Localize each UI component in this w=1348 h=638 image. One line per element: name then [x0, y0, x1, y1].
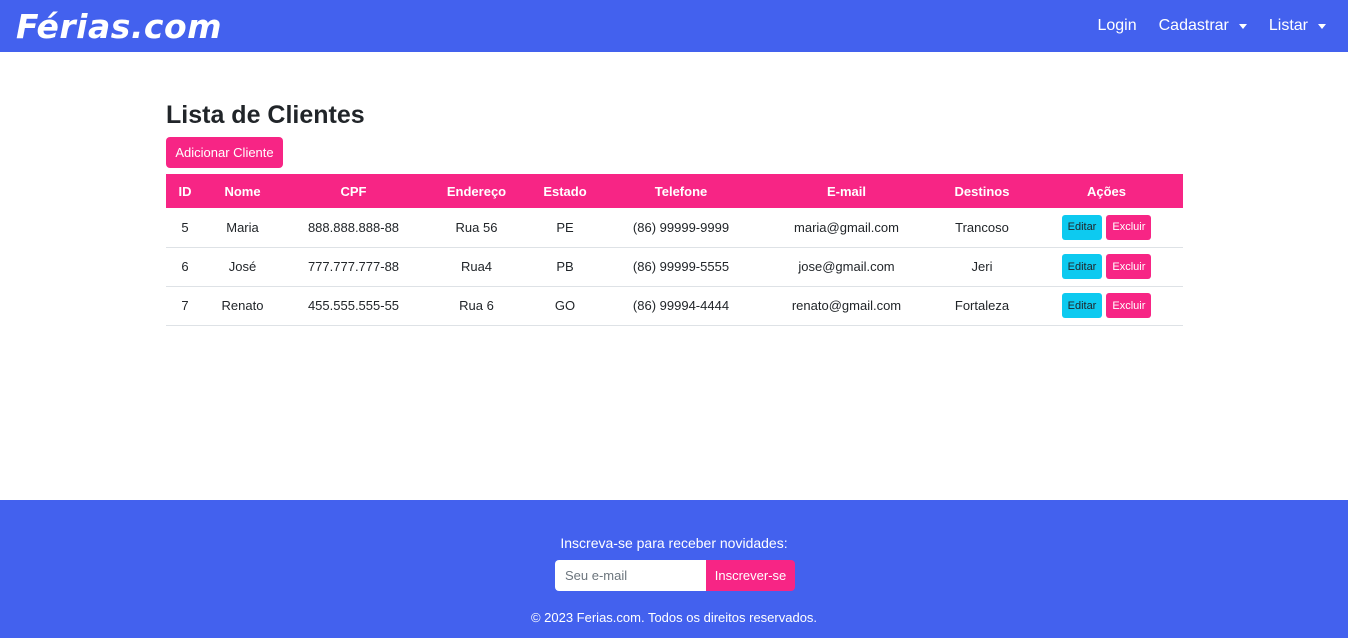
col-header-telefone: Telefone — [654, 183, 708, 199]
col-header-acoes: Ações — [1086, 183, 1127, 199]
col-header-email: E-mail — [826, 183, 866, 199]
cell-endereco: Rua 56 — [455, 219, 498, 235]
cell-acoes: Editar Excluir — [1030, 247, 1183, 286]
col-header-estado: Estado — [543, 183, 587, 199]
cell-id: 7 — [181, 298, 189, 313]
clients-table: ID Nome CPF Endereço Estado Telefone E-m… — [166, 174, 1183, 326]
nav-listar-dropdown[interactable]: Listar — [1269, 17, 1326, 35]
footer: Inscreva-se para receber novidades: Insc… — [0, 500, 1348, 638]
subscribe-form: Inscrever-se — [555, 560, 795, 591]
nav-cadastrar-label: Cadastrar — [1158, 17, 1229, 34]
subscribe-button[interactable]: Inscrever-se — [706, 560, 795, 591]
cell-telefone: (86) 99999-9999 — [632, 219, 730, 235]
cell-telefone: (86) 99994-4444 — [632, 298, 730, 313]
col-header-id: ID — [178, 183, 192, 199]
cell-nome: Maria — [226, 219, 259, 235]
brand-logo[interactable]: Férias.com — [16, 10, 222, 43]
table-row: 6 José 777.777.777-88 Rua4 PB (86) 99999… — [166, 247, 1183, 286]
nav-cadastrar-dropdown[interactable]: Cadastrar — [1159, 17, 1247, 35]
cell-acoes: Editar Excluir — [1030, 286, 1183, 325]
cell-acoes: Editar Excluir — [1030, 208, 1183, 247]
edit-button[interactable]: Editar — [1061, 214, 1103, 240]
cell-cpf: 888.888.888-88 — [307, 219, 400, 235]
cell-cpf: 777.777.777-88 — [307, 259, 400, 274]
edit-button[interactable]: Editar — [1061, 293, 1103, 318]
delete-button[interactable]: Excluir — [1106, 293, 1152, 318]
cell-destinos: Jeri — [971, 259, 993, 274]
cell-telefone: (86) 99999-5555 — [632, 259, 730, 274]
nav-links: Login Cadastrar Listar — [1097, 17, 1326, 35]
cell-email: renato@gmail.com — [791, 298, 902, 313]
nav-listar-label: Listar — [1268, 17, 1308, 34]
cell-nome: Renato — [221, 298, 264, 313]
cell-email: maria@gmail.com — [794, 219, 899, 235]
navbar: Férias.com Login Cadastrar Listar — [0, 0, 1348, 52]
delete-button[interactable]: Excluir — [1106, 214, 1152, 240]
caret-down-icon — [1318, 23, 1326, 29]
cell-cpf: 455.555.555-55 — [307, 298, 400, 313]
cell-estado: GO — [554, 298, 576, 313]
col-header-cpf: CPF — [340, 183, 367, 199]
edit-button[interactable]: Editar — [1061, 254, 1103, 279]
cell-destinos: Fortaleza — [954, 298, 1010, 313]
cell-id: 5 — [181, 219, 189, 235]
table-row: 5 Maria 888.888.888-88 Rua 56 PE (86) 99… — [166, 208, 1183, 247]
email-input[interactable] — [555, 560, 706, 591]
add-client-button[interactable]: Adicionar Cliente — [166, 137, 283, 168]
page-title: Lista de Clientes — [166, 101, 365, 129]
subscribe-text: Inscreva-se para receber novidades: — [560, 535, 788, 551]
table-row: 7 Renato 455.555.555-55 Rua 6 GO (86) 99… — [166, 286, 1183, 325]
cell-endereco: Rua4 — [460, 259, 493, 274]
cell-estado: PE — [556, 219, 574, 235]
nav-login-link[interactable]: Login — [1097, 17, 1136, 35]
caret-down-icon — [1238, 23, 1247, 29]
cell-endereco: Rua 6 — [459, 298, 494, 313]
delete-button[interactable]: Excluir — [1106, 254, 1152, 279]
nav-login-label: Login — [1097, 17, 1137, 34]
col-header-nome: Nome — [224, 183, 261, 199]
cell-email: jose@gmail.com — [798, 259, 895, 274]
copyright-text: © 2023 Ferias.com. Todos os direitos res… — [530, 610, 818, 625]
cell-id: 6 — [181, 259, 189, 274]
cell-estado: PB — [556, 259, 574, 274]
col-header-destinos: Destinos — [954, 183, 1010, 199]
cell-destinos: Trancoso — [955, 219, 1009, 235]
cell-nome: José — [228, 259, 257, 274]
col-header-endereco: Endereço — [446, 183, 507, 199]
table-header-row: ID Nome CPF Endereço Estado Telefone E-m… — [166, 174, 1183, 208]
